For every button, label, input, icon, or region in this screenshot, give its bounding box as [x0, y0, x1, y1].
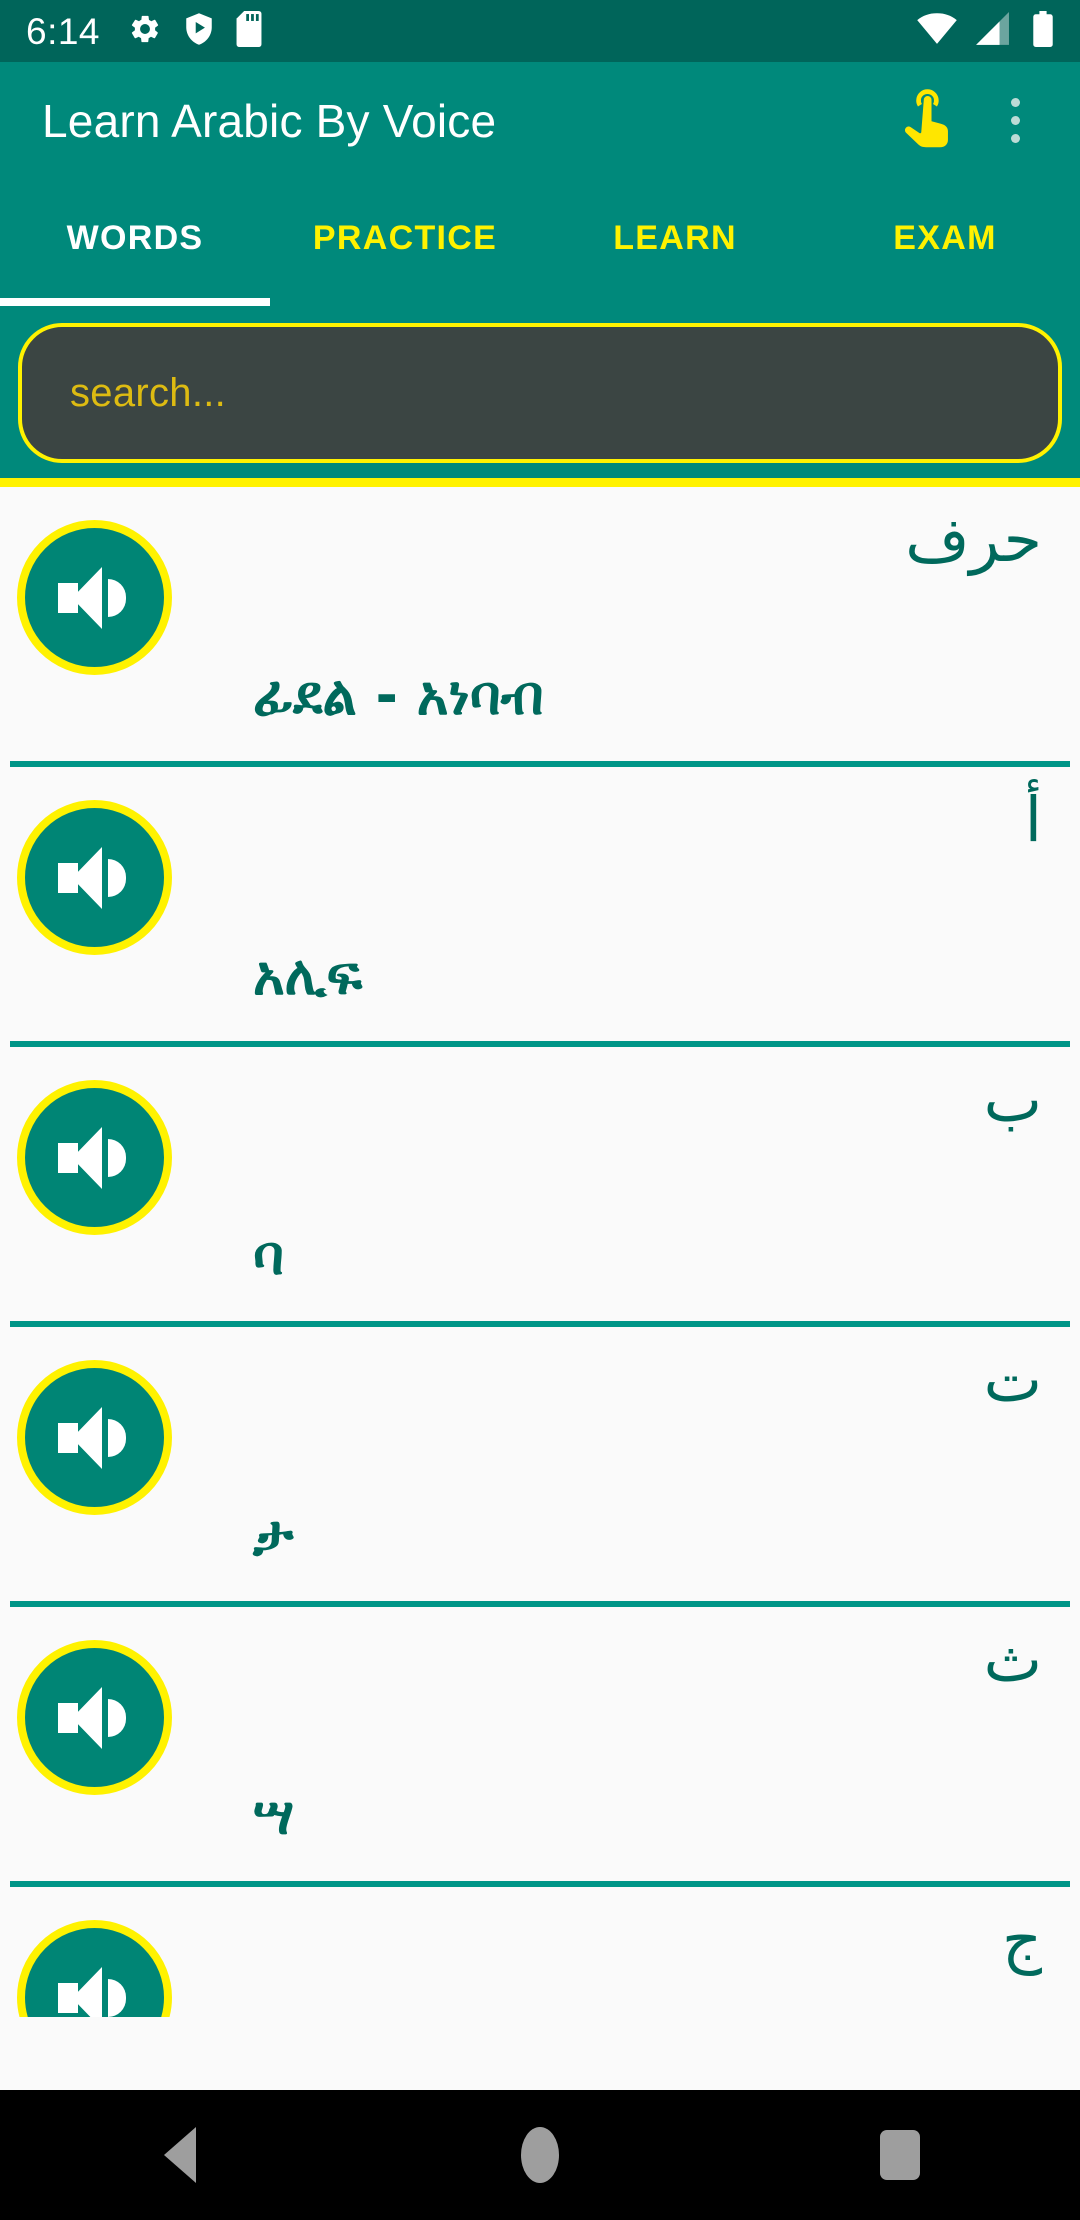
status-bar: 6:14: [0, 0, 1080, 62]
word-row[interactable]: ج: [0, 1887, 1080, 2017]
speaker-icon: [57, 1406, 132, 1469]
speaker-icon: [57, 1686, 132, 1749]
word-amharic: ባ: [253, 1224, 284, 1287]
recents-nav-icon: [880, 2130, 920, 2180]
word-arabic: ث: [983, 1623, 1042, 1696]
speaker-button[interactable]: [17, 1640, 172, 1795]
overflow-menu-icon: [1010, 98, 1020, 143]
word-arabic: حرف: [905, 503, 1042, 576]
nav-home-button[interactable]: [450, 2090, 630, 2220]
speaker-button[interactable]: [17, 1080, 172, 1235]
tab-learn-label: LEARN: [613, 219, 737, 257]
battery-icon: [1032, 10, 1054, 52]
speaker-button[interactable]: [17, 520, 172, 675]
phone-screen: 6:14 Learn Arabic By Voice WORDS PRACTIC…: [0, 0, 1080, 2220]
tab-words-label: WORDS: [66, 219, 204, 257]
word-amharic: ፊደል - አነባብ: [253, 664, 544, 727]
tab-practice[interactable]: PRACTICE: [270, 179, 540, 306]
touch-hand-icon: [900, 87, 958, 154]
search-area: search...: [0, 306, 1080, 478]
app-bar: Learn Arabic By Voice: [0, 62, 1080, 179]
tab-bar: WORDS PRACTICE LEARN EXAM: [0, 179, 1080, 306]
tab-words[interactable]: WORDS: [0, 179, 270, 306]
word-amharic: ሣ: [253, 1784, 295, 1847]
word-list[interactable]: حرف ፊደል - አነባብ أ አሊፍ ب ባ ت ታ ث ሣ ج: [0, 487, 1080, 2090]
status-bar-right-icons: [916, 10, 1054, 52]
word-arabic: ج: [1001, 1903, 1042, 1976]
touch-action-button[interactable]: [886, 78, 972, 164]
speaker-icon: [57, 1126, 132, 1189]
nav-back-button[interactable]: [90, 2090, 270, 2220]
tab-exam-label: EXAM: [893, 219, 997, 257]
word-arabic: ت: [983, 1343, 1042, 1416]
app-title: Learn Arabic By Voice: [42, 94, 497, 147]
status-bar-left-icons: [128, 10, 262, 52]
search-bottom-rule: [0, 478, 1080, 487]
word-row[interactable]: ت ታ: [0, 1327, 1080, 1612]
speaker-icon: [57, 566, 132, 629]
nav-recents-button[interactable]: [810, 2090, 990, 2220]
wifi-icon: [916, 12, 958, 50]
word-row[interactable]: ب ባ: [0, 1047, 1080, 1332]
android-nav-bar: [0, 2090, 1080, 2220]
cellular-signal-icon: [976, 11, 1014, 51]
search-placeholder: search...: [70, 370, 227, 415]
play-protect-icon: [184, 12, 214, 51]
word-arabic: أ: [1024, 783, 1042, 856]
speaker-button[interactable]: [17, 1360, 172, 1515]
tab-learn[interactable]: LEARN: [540, 179, 810, 306]
word-amharic: ታ: [253, 1504, 294, 1567]
back-nav-icon: [164, 2127, 196, 2183]
overflow-menu-button[interactable]: [972, 78, 1058, 164]
word-row[interactable]: حرف ፊደል - አነባብ: [0, 487, 1080, 772]
status-bar-clock: 6:14: [26, 10, 101, 52]
tab-practice-label: PRACTICE: [312, 219, 498, 257]
word-row[interactable]: أ አሊፍ: [0, 767, 1080, 1052]
speaker-icon: [57, 846, 132, 909]
word-row[interactable]: ث ሣ: [0, 1607, 1080, 1892]
search-field[interactable]: search...: [18, 323, 1062, 463]
speaker-icon: [57, 1966, 132, 2017]
word-arabic: ب: [983, 1063, 1042, 1136]
speaker-button[interactable]: [17, 1920, 172, 2017]
home-nav-icon: [521, 2127, 559, 2183]
word-amharic: አሊፍ: [253, 944, 363, 1007]
gear-icon: [128, 12, 162, 51]
sd-card-icon: [236, 10, 262, 52]
tab-exam[interactable]: EXAM: [810, 179, 1080, 306]
speaker-button[interactable]: [17, 800, 172, 955]
